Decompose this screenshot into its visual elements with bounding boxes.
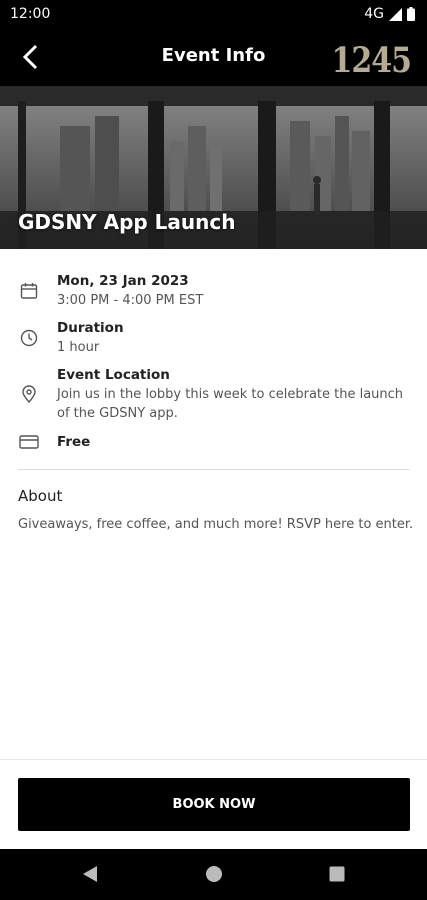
credit-card-icon bbox=[18, 431, 40, 453]
signal-icon bbox=[389, 7, 402, 21]
status-bar: 12:00 4G bbox=[0, 0, 427, 28]
about-text: Giveaways, free coffee, and much more! R… bbox=[18, 517, 414, 532]
event-time-range: 3:00 PM - 4:00 PM EST bbox=[57, 293, 204, 308]
price-value: Free bbox=[57, 434, 91, 450]
location-label: Event Location bbox=[57, 367, 170, 383]
divider bbox=[18, 469, 410, 470]
event-hero-image: GDSNY App Launch bbox=[0, 86, 427, 249]
duration-value: 1 hour bbox=[57, 340, 100, 355]
duration-label: Duration bbox=[57, 320, 124, 336]
nav-home-icon bbox=[206, 866, 222, 882]
location-value: Join us in the lobby this week to celebr… bbox=[57, 387, 404, 421]
event-title: GDSNY App Launch bbox=[18, 210, 236, 234]
nav-home-button[interactable] bbox=[203, 863, 225, 885]
book-now-button[interactable]: BOOK NOW bbox=[18, 778, 410, 831]
status-time: 12:00 bbox=[10, 6, 51, 22]
footer: BOOK NOW bbox=[0, 759, 427, 849]
battery-icon bbox=[407, 7, 415, 21]
nav-recents-button[interactable] bbox=[326, 863, 348, 885]
location-pin-icon bbox=[18, 383, 40, 405]
event-date: Mon, 23 Jan 2023 bbox=[57, 273, 189, 289]
app-bar: Event Info 1245 bbox=[0, 28, 427, 86]
nav-recents-icon bbox=[329, 866, 345, 882]
system-nav-bar bbox=[0, 849, 427, 900]
network-type: 4G bbox=[364, 6, 384, 22]
about-heading: About bbox=[18, 487, 63, 505]
event-details: Mon, 23 Jan 2023 3:00 PM - 4:00 PM EST D… bbox=[0, 249, 427, 759]
brand-logo: 1245 bbox=[331, 41, 412, 82]
nav-back-button[interactable] bbox=[79, 863, 101, 885]
status-icons: 4G bbox=[364, 6, 415, 22]
clock-icon bbox=[18, 327, 40, 349]
calendar-icon bbox=[18, 280, 40, 302]
nav-back-icon bbox=[83, 866, 97, 882]
